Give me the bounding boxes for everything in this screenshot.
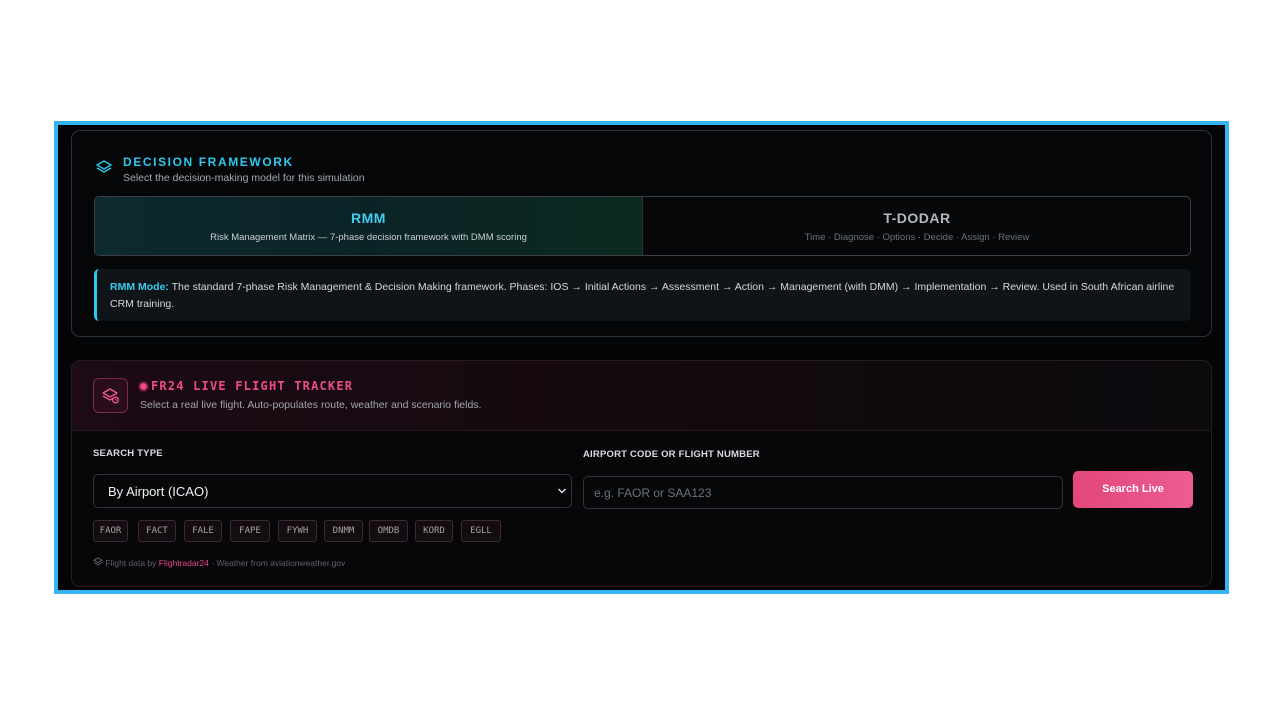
tracker-header: FR24 LIVE FLIGHT TRACKER Select a real l… xyxy=(72,361,1211,431)
framework-option-rmm-desc: Risk Management Matrix — 7-phase decisio… xyxy=(210,232,527,243)
footer-prefix: Flight data by xyxy=(105,558,157,568)
layers-small-icon xyxy=(92,557,104,566)
flightradar24-link[interactable]: Flightradar24 xyxy=(159,558,209,568)
search-type-select[interactable]: By Airport (ICAO) xyxy=(93,474,572,508)
query-placeholder: e.g. FAOR or SAA123 xyxy=(594,486,712,500)
framework-option-tdodar-name: T-DODAR xyxy=(883,210,951,226)
quick-code-chip[interactable]: KORD xyxy=(415,520,453,542)
framework-option-tdodar[interactable]: T-DODAR Time · Diagnose · Options · Deci… xyxy=(644,197,1190,255)
layers-icon xyxy=(96,160,112,173)
framework-info-box: RMM Mode: The standard 7-phase Risk Mana… xyxy=(94,269,1191,321)
framework-selector: RMM Risk Management Matrix — 7-phase dec… xyxy=(94,196,1191,256)
chevron-down-icon xyxy=(557,488,567,494)
framework-option-tdodar-desc: Time · Diagnose · Options · Decide · Ass… xyxy=(804,232,1030,243)
footer-suffix: · Weather from aviationweather.gov xyxy=(211,558,346,568)
framework-option-rmm-name: RMM xyxy=(351,210,386,226)
query-input[interactable]: e.g. FAOR or SAA123 xyxy=(583,476,1063,509)
quick-code-chip[interactable]: EGLL xyxy=(461,520,501,542)
quick-code-chip[interactable]: DNMM xyxy=(324,520,363,542)
framework-subtitle: Select the decision-making model for thi… xyxy=(123,172,365,184)
tracker-icon-box xyxy=(93,378,128,413)
tracker-subtitle: Select a real live flight. Auto-populate… xyxy=(140,399,482,411)
app-frame: DECISION FRAMEWORK Select the decision-m… xyxy=(54,121,1229,594)
framework-option-rmm[interactable]: RMM Risk Management Matrix — 7-phase dec… xyxy=(95,197,643,255)
search-live-button[interactable]: Search Live xyxy=(1073,471,1193,508)
info-mode-text: The standard 7-phase Risk Management & D… xyxy=(110,281,1175,310)
quick-code-chip[interactable]: FAPE xyxy=(230,520,270,542)
search-type-value: By Airport (ICAO) xyxy=(108,484,209,499)
quick-code-chip[interactable]: FYWH xyxy=(278,520,317,542)
quick-code-chip[interactable]: FACT xyxy=(138,520,176,542)
flight-tracker-card: FR24 LIVE FLIGHT TRACKER Select a real l… xyxy=(71,360,1212,587)
tracker-title: FR24 LIVE FLIGHT TRACKER xyxy=(151,379,354,393)
query-label: AIRPORT CODE OR FLIGHT NUMBER xyxy=(583,449,760,460)
tracker-footer: Flight data by Flightradar24 · Weather f… xyxy=(92,557,346,569)
decision-framework-card: DECISION FRAMEWORK Select the decision-m… xyxy=(71,130,1212,337)
search-type-label: SEARCH TYPE xyxy=(93,448,163,459)
quick-code-chip[interactable]: FALE xyxy=(184,520,222,542)
quick-code-chip[interactable]: OMDB xyxy=(369,520,408,542)
quick-code-chip[interactable]: FAOR xyxy=(93,520,128,542)
live-indicator-dot xyxy=(140,383,147,390)
radar-layers-icon xyxy=(102,388,119,404)
info-mode-label: RMM Mode: xyxy=(110,281,169,293)
framework-title: DECISION FRAMEWORK xyxy=(123,155,294,169)
